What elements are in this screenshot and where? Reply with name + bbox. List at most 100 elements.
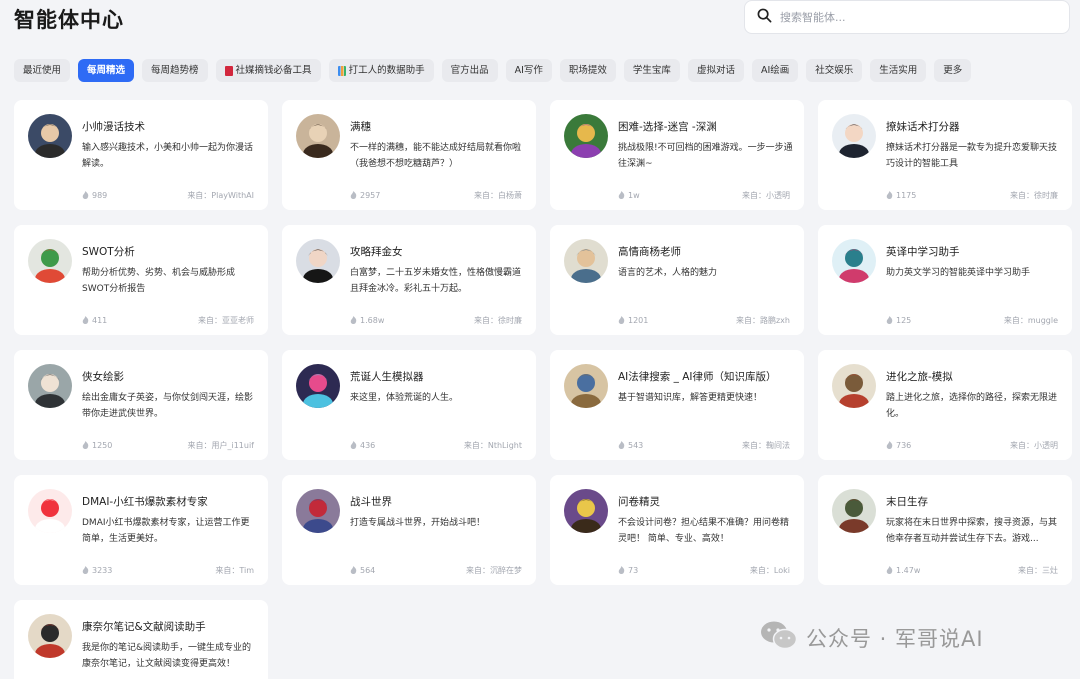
agent-card[interactable]: AI法律搜索 _ AI律师（知识库版） 基于智谱知识库，解答更精更快速！ 543 来自… [550,350,804,460]
agent-card[interactable]: 攻略拜金女 白富梦，二十五岁未婚女性，性格傲慢霸道且拜金冰冷。彩礼五十万起。 1.6… [282,225,536,335]
author-source: 来自：NthLight [463,441,522,450]
wechat-icon [760,620,798,655]
agent-card[interactable]: 末日生存 玩家将在末日世界中探索，搜寻资源，与其他幸存者互动并尝试生存下去。游戏.… [818,475,1072,585]
usage-count: 2957 [360,191,381,200]
card-footer: 3233 来自：Tim [82,565,254,576]
tab-10[interactable]: AI绘画 [751,59,799,82]
usage-count: 1.47w [896,566,921,575]
tab-13[interactable]: 更多 [934,59,972,82]
agent-card[interactable]: 撩妹话术打分器 撩妹话术打分器是一款专为提升恋爱聊天技巧设计的智能工具 1175 来自… [818,100,1072,210]
agent-title: 小帅漫话技术 [82,121,145,133]
card-footer: 1w 来自：小透明 [618,190,790,201]
agent-avatar [564,364,608,408]
agent-card[interactable]: 侠女绘影 绘出金庸女子英姿，与你仗剑闯天涯，绘影带你走进武侠世界。 1250 来自：用… [14,350,268,460]
agent-card[interactable]: 高情商杨老师语言的艺术，人格的魅力 1201 来自：路鹏zxh [550,225,804,335]
agent-avatar [28,114,72,158]
author-source: 来自：白杨萧 [474,191,522,200]
agent-avatar [296,489,340,533]
agent-title: 困难-选择-迷宫 -深渊 [618,121,717,133]
flame-icon [886,440,893,451]
tab-3[interactable]: 社媒摘钱必备工具 [215,59,321,82]
flame-icon [886,315,893,326]
author-source: 来自：路鹏zxh [735,316,790,325]
tab-label: AI写作 [514,65,543,76]
agent-description: 语言的艺术，人格的魅力 [618,268,718,278]
tab-label: AI绘画 [760,65,790,76]
flame-icon [82,315,89,326]
tab-9[interactable]: 虚拟对话 [687,59,744,82]
agent-card[interactable]: 问卷精灵 不会设计问卷？担心结果不准确？用问卷精灵吧！ 简单、专业、高效！ 73 来自… [550,475,804,585]
usage-stat: 411 [82,315,107,326]
agent-title: DMAI-小红书爆款素材专家 [82,496,208,508]
usage-stat: 73 [618,565,638,576]
bar-chart-icon [337,65,346,76]
search-input[interactable] [780,10,1040,24]
flame-icon [82,190,89,201]
card-footer: 2957 来自：白杨萧 [350,190,522,201]
tab-0[interactable]: 最近使用 [14,59,71,82]
agent-card[interactable]: 小帅漫话技术 输入感兴趣技术，小美和小帅一起为你漫话解读。 989 来自：PlayWi… [14,100,268,210]
agent-card[interactable]: DMAI-小红书爆款素材专家 DMAI小红书爆款素材专家，让运营工作更简单，生活更… [14,475,268,585]
agent-description: 打造专属战斗世界，开始战斗吧！ [350,518,486,528]
agent-card[interactable]: 荒诞人生模拟器 来这里，体验荒诞的人生。 436 来自：NthLight [282,350,536,460]
agent-avatar [296,114,340,158]
agent-description: 不会设计问卷？担心结果不准确？用问卷精灵吧！ 简单、专业、高效！ [618,518,790,544]
tab-2[interactable]: 每周趋势榜 [142,59,208,82]
agent-card[interactable]: 进化之旅-模拟 踏上进化之旅，选择你的路径，探索无限进化。 736 来自：小透明 [818,350,1072,460]
agent-card[interactable]: 困难-选择-迷宫 -深渊 挑战极限!不可回档的困难游戏。一步一步通往深渊~ 1w 来自… [550,100,804,210]
flame-icon [350,565,357,576]
usage-count: 3233 [92,566,113,575]
tab-11[interactable]: 社交娱乐 [806,59,863,82]
usage-count: 73 [628,566,639,575]
card-footer: 1250 来自：用户_i11uif [82,440,254,451]
search-box[interactable] [744,0,1070,34]
author-source: 来自：小透明 [1010,441,1058,450]
author-source: 来自：PlayWithAI [187,191,254,200]
card-footer: 1201 来自：路鹏zxh [618,315,790,326]
tab-4[interactable]: 打工人的数据助手 [328,59,434,82]
card-footer: 736 来自：小透明 [886,440,1058,451]
agent-title: 侠女绘影 [82,371,124,383]
usage-stat: 1175 [886,190,916,201]
agent-title: 荒诞人生模拟器 [350,371,424,383]
flame-icon [618,440,625,451]
usage-stat: 989 [82,190,107,201]
tab-8[interactable]: 学生宝库 [623,59,680,82]
author-source: 来自：小透明 [742,191,790,200]
agent-card[interactable]: 满穗 不一样的满穗，能不能达成好结局就看你啦（我爸想不想吃糖葫芦？） 2957 来自：… [282,100,536,210]
tab-12[interactable]: 生活实用 [870,59,927,82]
usage-count: 411 [92,316,108,325]
card-footer: 1.68w 来自：徐时廉 [350,315,522,326]
tab-label: 最近使用 [23,65,62,76]
agent-description: DMAI小红书爆款素材专家，让运营工作更简单，生活更美好。 [82,518,250,544]
search-icon [757,8,772,27]
tab-7[interactable]: 职场提效 [559,59,616,82]
flame-icon [886,190,893,201]
tab-label: 学生宝库 [632,65,671,76]
tab-1[interactable]: 每周精选 [78,59,135,82]
usage-stat: 1250 [82,440,112,451]
agent-title: SWOT分析 [82,246,135,258]
tab-6[interactable]: AI写作 [505,59,552,82]
category-tabs: 最近使用 每周精选 每周趋势榜 社媒摘钱必备工具 打工人的数据助手 官方出品 AI写作 职场提… [14,59,972,82]
flame-icon [350,190,357,201]
agent-avatar [564,489,608,533]
agent-card[interactable]: 康奈尔笔记&文献阅读助手 我是你的笔记&阅读助手，一键生成专业的康奈尔笔记，让文献… [14,600,268,679]
agent-title: 高情商杨老师 [618,246,681,258]
agent-card[interactable]: 战斗世界 打造专属战斗世界，开始战斗吧！ 564 来自：沉醉在梦 [282,475,536,585]
agent-title: 进化之旅-模拟 [886,371,953,383]
agent-title: 满穗 [350,121,371,133]
tab-5[interactable]: 官方出品 [441,59,498,82]
tab-label: 职场提效 [568,65,607,76]
usage-stat: 1.68w [350,315,384,326]
author-source: 来自：亚亚老师 [198,316,254,325]
usage-stat: 436 [350,440,375,451]
tab-label: 社交娱乐 [815,65,854,76]
usage-count: 125 [896,316,912,325]
agent-description: 白富梦，二十五岁未婚女性，性格傲慢霸道且拜金冰冷。彩礼五十万起。 [350,268,522,294]
author-source: 来自：用户_i11uif [187,441,254,450]
agent-card[interactable]: SWOT分析 帮助分析优势、劣势、机会与威胁形成SWOT分析报告 411 来自：亚亚老… [14,225,268,335]
agent-card[interactable]: 英译中学习助手 助力英文学习的智能英译中学习助手 125 来自：muggle [818,225,1072,335]
usage-count: 1250 [92,441,113,450]
tab-label: 每周趋势榜 [151,65,199,76]
